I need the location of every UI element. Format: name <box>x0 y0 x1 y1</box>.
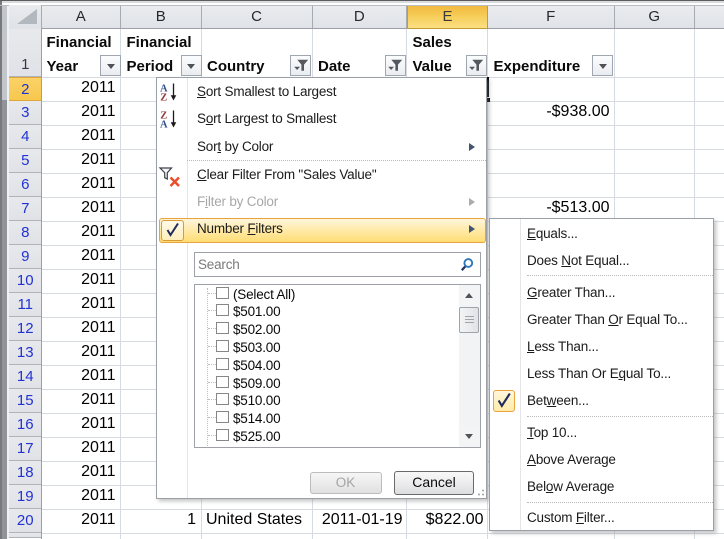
svg-text:Z: Z <box>160 93 167 104</box>
svg-text:A: A <box>160 120 168 131</box>
